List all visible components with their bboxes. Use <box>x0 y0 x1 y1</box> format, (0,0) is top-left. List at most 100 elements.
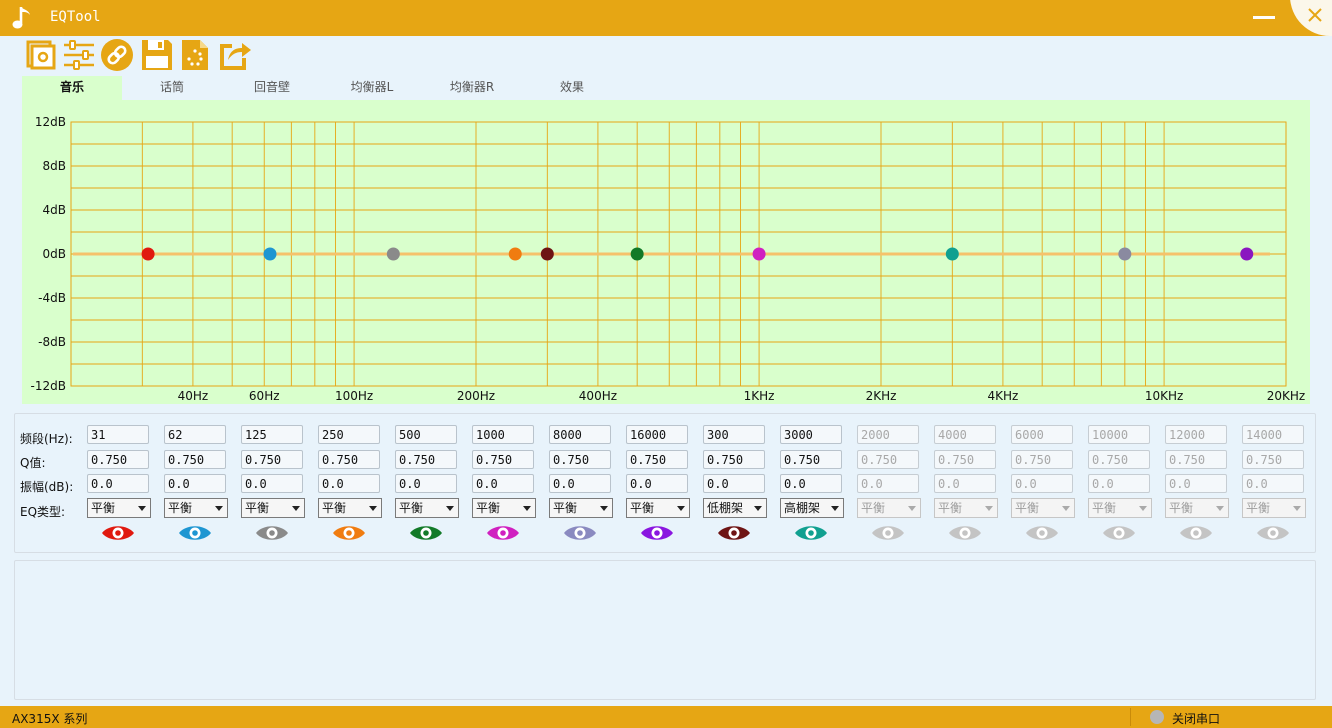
band-freq-field[interactable]: 14000 <box>1242 425 1304 444</box>
tab-5[interactable]: 效果 <box>522 76 622 100</box>
band-type-select[interactable]: 平衡 <box>87 498 151 518</box>
settings-button[interactable] <box>24 38 58 72</box>
band-type-select[interactable]: 平衡 <box>395 498 459 518</box>
band-freq-field[interactable]: 8000 <box>549 425 611 444</box>
band-freq-field[interactable]: 250 <box>318 425 380 444</box>
eq-sliders-button[interactable] <box>62 38 96 72</box>
band-type-select[interactable]: 平衡 <box>1011 498 1075 518</box>
eye-icon[interactable] <box>1025 524 1059 542</box>
band-q-field[interactable]: 0.750 <box>626 450 688 469</box>
eye-icon[interactable] <box>101 524 135 542</box>
band-freq-field[interactable]: 125 <box>241 425 303 444</box>
band-handle-250[interactable] <box>508 247 522 261</box>
eye-icon[interactable] <box>717 524 751 542</box>
band-type-select[interactable]: 平衡 <box>472 498 536 518</box>
eye-icon[interactable] <box>871 524 905 542</box>
band-handle-1000[interactable] <box>752 247 766 261</box>
eye-icon[interactable] <box>486 524 520 542</box>
eye-icon[interactable] <box>563 524 597 542</box>
band-freq-field[interactable]: 3000 <box>780 425 842 444</box>
band-q-field[interactable]: 0.750 <box>857 450 919 469</box>
band-q-field[interactable]: 0.750 <box>549 450 611 469</box>
band-handle-500[interactable] <box>630 247 644 261</box>
band-type-select[interactable]: 平衡 <box>934 498 998 518</box>
band-freq-field[interactable]: 16000 <box>626 425 688 444</box>
band-gain-field[interactable]: 0.0 <box>1011 474 1073 493</box>
band-freq-field[interactable]: 31 <box>87 425 149 444</box>
band-type-select[interactable]: 低棚架 <box>703 498 767 518</box>
band-type-select[interactable]: 平衡 <box>549 498 613 518</box>
band-gain-field[interactable]: 0.0 <box>395 474 457 493</box>
band-type-select[interactable]: 平衡 <box>857 498 921 518</box>
minimize-button[interactable] <box>1253 16 1275 19</box>
band-q-field[interactable]: 0.750 <box>164 450 226 469</box>
eye-icon[interactable] <box>178 524 212 542</box>
band-q-field[interactable]: 0.750 <box>318 450 380 469</box>
band-handle-62[interactable] <box>263 247 277 261</box>
band-q-field[interactable]: 0.750 <box>395 450 457 469</box>
band-freq-field[interactable]: 6000 <box>1011 425 1073 444</box>
tab-0[interactable]: 音乐 <box>22 76 122 100</box>
band-freq-field[interactable]: 300 <box>703 425 765 444</box>
band-gain-field[interactable]: 0.0 <box>87 474 149 493</box>
band-handle-16000[interactable] <box>1240 247 1254 261</box>
band-gain-field[interactable]: 0.0 <box>934 474 996 493</box>
band-q-field[interactable]: 0.750 <box>780 450 842 469</box>
close-button[interactable] <box>1290 0 1332 36</box>
band-handle-31[interactable] <box>141 247 155 261</box>
eye-icon[interactable] <box>1179 524 1213 542</box>
band-gain-field[interactable]: 0.0 <box>164 474 226 493</box>
band-freq-field[interactable]: 2000 <box>857 425 919 444</box>
band-type-select[interactable]: 平衡 <box>241 498 305 518</box>
log-panel[interactable] <box>14 560 1316 700</box>
band-gain-field[interactable]: 0.0 <box>780 474 842 493</box>
eye-icon[interactable] <box>794 524 828 542</box>
eye-icon[interactable] <box>255 524 289 542</box>
band-q-field[interactable]: 0.750 <box>87 450 149 469</box>
eye-icon[interactable] <box>948 524 982 542</box>
eq-chart[interactable]: 12dB 8dB 4dB 0dB -4dB -8dB -12dB 40Hz 60Hz 100Hz 2… <box>22 100 1310 404</box>
serial-port-toggle[interactable]: 关闭串口 <box>1172 710 1220 727</box>
save-button[interactable] <box>140 38 174 72</box>
tab-4[interactable]: 均衡器R <box>422 76 522 100</box>
band-freq-field[interactable]: 500 <box>395 425 457 444</box>
band-q-field[interactable]: 0.750 <box>1165 450 1227 469</box>
eye-icon[interactable] <box>409 524 443 542</box>
band-freq-field[interactable]: 1000 <box>472 425 534 444</box>
eye-icon[interactable] <box>1102 524 1136 542</box>
band-freq-field[interactable]: 12000 <box>1165 425 1227 444</box>
band-type-select[interactable]: 平衡 <box>1242 498 1306 518</box>
band-freq-field[interactable]: 10000 <box>1088 425 1150 444</box>
band-gain-field[interactable]: 0.0 <box>703 474 765 493</box>
eye-icon[interactable] <box>332 524 366 542</box>
band-type-select[interactable]: 平衡 <box>318 498 382 518</box>
band-gain-field[interactable]: 0.0 <box>857 474 919 493</box>
export-button[interactable] <box>218 38 252 72</box>
band-type-select[interactable]: 平衡 <box>1088 498 1152 518</box>
band-q-field[interactable]: 0.750 <box>703 450 765 469</box>
band-handle-8000[interactable] <box>1118 247 1132 261</box>
tab-2[interactable]: 回音壁 <box>222 76 322 100</box>
band-q-field[interactable]: 0.750 <box>1011 450 1073 469</box>
band-handle-125[interactable] <box>386 247 400 261</box>
band-gain-field[interactable]: 0.0 <box>318 474 380 493</box>
band-gain-field[interactable]: 0.0 <box>472 474 534 493</box>
band-type-select[interactable]: 平衡 <box>626 498 690 518</box>
band-freq-field[interactable]: 62 <box>164 425 226 444</box>
band-type-select[interactable]: 平衡 <box>164 498 228 518</box>
band-q-field[interactable]: 0.750 <box>241 450 303 469</box>
tab-1[interactable]: 话筒 <box>122 76 222 100</box>
eye-icon[interactable] <box>1256 524 1290 542</box>
band-handle-300[interactable] <box>540 247 554 261</box>
band-q-field[interactable]: 0.750 <box>934 450 996 469</box>
band-gain-field[interactable]: 0.0 <box>626 474 688 493</box>
band-gain-field[interactable]: 0.0 <box>241 474 303 493</box>
eye-icon[interactable] <box>640 524 674 542</box>
connect-button[interactable] <box>100 38 134 72</box>
band-gain-field[interactable]: 0.0 <box>1165 474 1227 493</box>
band-q-field[interactable]: 0.750 <box>472 450 534 469</box>
tab-3[interactable]: 均衡器L <box>322 76 422 100</box>
band-handle-3000[interactable] <box>945 247 959 261</box>
band-type-select[interactable]: 平衡 <box>1165 498 1229 518</box>
band-type-select[interactable]: 高棚架 <box>780 498 844 518</box>
